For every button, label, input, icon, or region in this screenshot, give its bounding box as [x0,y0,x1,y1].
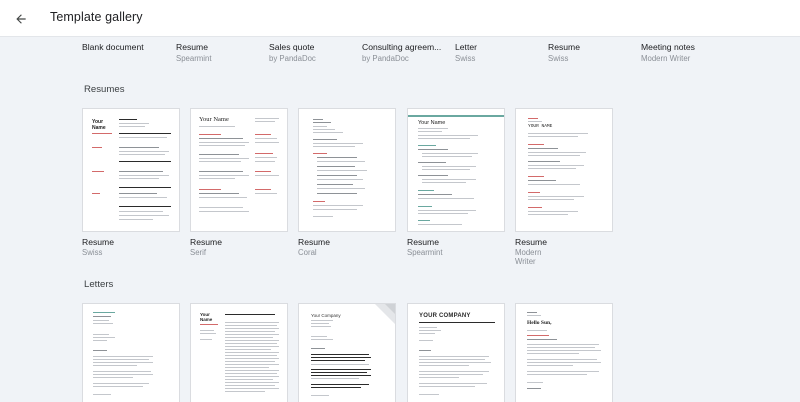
template-name: Resume [515,237,547,247]
thumb-name-line-2: Name [200,317,213,322]
thumb-name: Your Name [418,120,446,126]
template-thumbnail: Your Name [190,108,288,232]
recent-template-sub: Swiss [455,54,476,63]
recent-template-name: Resume [548,42,580,52]
recent-template-name: Meeting notes [641,42,695,52]
recent-template-blank-document[interactable]: Blank document [82,42,172,54]
template-name: Resume [407,237,439,247]
recent-template-resume-swiss[interactable]: Resume Swiss [548,42,638,63]
recent-template-sub: Modern Writer [641,54,691,63]
recent-template-meeting-notes[interactable]: Meeting notes Modern Writer [641,42,731,63]
template-style: Modern Writer [515,248,542,266]
template-name: Resume [82,237,114,247]
template-thumbnail: Your Name [190,303,288,402]
thumb-company: YOUR COMPANY [419,313,471,319]
template-thumbnail: Your Company [298,303,396,402]
recent-template-sub: by PandaDoc [362,54,409,63]
template-thumbnail: Hello Sun, [515,303,613,402]
thumb-company: Your Company [311,313,341,318]
template-thumbnail [298,108,396,232]
arrow-left-icon [16,14,26,24]
thumb-name: YOUR NAME [528,124,553,129]
recent-template-name: Sales quote [269,42,315,52]
section-title-letters: Letters [84,279,114,290]
section-title-resumes: Resumes [84,84,125,95]
template-thumbnail: Your Name [407,108,505,232]
back-button[interactable] [8,6,34,32]
recent-template-name: Letter [455,42,477,52]
corner-decoration [375,304,395,324]
recent-template-name: Blank document [82,42,144,52]
recent-template-name: Resume [176,42,208,52]
recent-template-resume-spearmint[interactable]: Resume Spearmint [176,42,266,63]
recent-template-consulting-agreement[interactable]: Consulting agreem... by PandaDoc [362,42,452,63]
top-bar: Template gallery [0,0,800,37]
template-style: Swiss [82,248,103,257]
recent-templates-row: Blank document Resume Spearmint Sales qu… [0,40,800,70]
recent-template-sub: by PandaDoc [269,54,316,63]
template-name: Resume [190,237,222,247]
template-thumbnail [82,303,180,402]
template-thumbnail: YOUR NAME [515,108,613,232]
template-style: Serif [190,248,207,257]
template-name: Resume [298,237,330,247]
recent-template-name: Consulting agreem... [362,42,442,52]
template-thumbnail: YOUR COMPANY [407,303,505,402]
thumb-name-line-2: Name [92,125,106,131]
recent-template-sales-quote[interactable]: Sales quote by PandaDoc [269,42,359,63]
thumb-greeting: Hello Sun, [527,320,552,326]
page-title: Template gallery [50,10,143,24]
thumb-name: Your Name [199,116,229,123]
recent-template-sub: Spearmint [176,54,212,63]
template-style: Spearmint [407,248,443,257]
recent-template-letter-swiss[interactable]: Letter Swiss [455,42,545,63]
template-thumbnail: Your Name [82,108,180,232]
recent-template-sub: Swiss [548,54,569,63]
template-style: Coral [298,248,317,257]
